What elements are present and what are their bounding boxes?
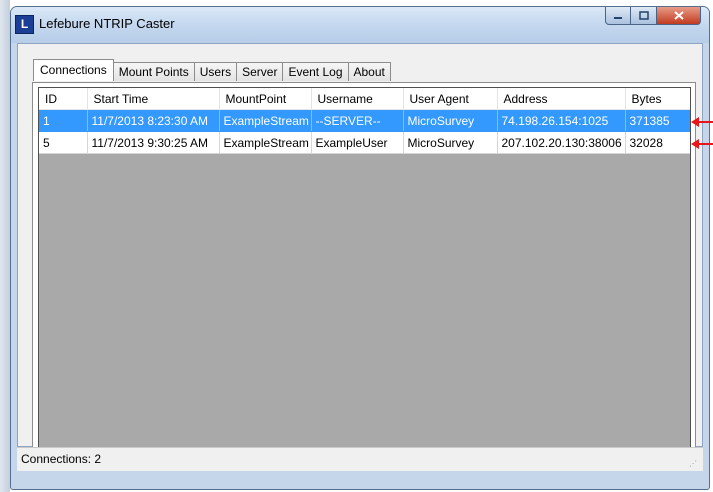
cell-user-agent: MicroSurvey [403,109,498,132]
status-bar: Connections: 2 ⋰ [17,447,703,471]
window-title: Lefebure NTRIP Caster [39,16,175,31]
tab-server[interactable]: Server [237,62,284,81]
column-header-bytes[interactable]: Bytes [625,88,690,110]
table-row[interactable]: 5 11/7/2013 9:30:25 AM ExampleStream Exa… [39,131,690,154]
cell-start-time: 11/7/2013 9:30:25 AM [87,131,220,154]
close-button[interactable] [657,7,701,25]
column-header-start-time[interactable]: Start Time [87,88,220,110]
cell-bytes: 371385 [625,109,690,132]
tab-strip: Connections Mount Points Users Server Ev… [33,59,391,81]
title-bar[interactable]: L Lefebure NTRIP Caster [11,7,709,43]
window-controls [605,7,701,26]
column-header-id[interactable]: ID [39,88,88,110]
column-header-row: ID Start Time MountPoint Username User A… [39,88,690,110]
tab-mount-points[interactable]: Mount Points [113,62,195,81]
annotation-arrow-icon [691,117,713,127]
maximize-button[interactable] [631,7,657,25]
column-header-username[interactable]: Username [311,88,404,110]
cell-mountpoint: ExampleStream [219,131,312,154]
cell-id: 5 [39,131,88,154]
tab-event-log[interactable]: Event Log [283,62,349,81]
cell-start-time: 11/7/2013 8:23:30 AM [87,109,220,132]
status-connections-count: Connections: 2 [21,452,102,466]
annotation-arrow-icon [691,139,713,149]
connections-table: ID Start Time MountPoint Username User A… [39,88,690,154]
minimize-button[interactable] [605,7,631,25]
cell-username: --SERVER-- [311,109,404,132]
table-row[interactable]: 1 11/7/2013 8:23:30 AM ExampleStream --S… [39,109,690,132]
connections-list[interactable]: ID Start Time MountPoint Username User A… [38,87,691,457]
connections-panel: ID Start Time MountPoint Username User A… [32,82,696,460]
cell-bytes: 32028 [625,131,690,154]
tab-users[interactable]: Users [194,62,238,81]
tab-connections[interactable]: Connections [33,59,114,81]
column-header-mountpoint[interactable]: MountPoint [219,88,312,110]
tab-about[interactable]: About [348,62,391,81]
minimize-icon [614,16,622,19]
close-icon [673,11,684,20]
cell-mountpoint: ExampleStream [219,109,312,132]
main-window: L Lefebure NTRIP Caster Connections Moun… [10,6,710,490]
cell-username: ExampleUser [311,131,404,154]
app-icon: L [15,15,34,34]
cell-address: 207.102.20.130:38006 [497,131,626,154]
client-area: Connections Mount Points Users Server Ev… [17,43,703,460]
column-header-address[interactable]: Address [497,88,626,110]
cell-user-agent: MicroSurvey [403,131,498,154]
cell-id: 1 [39,109,88,132]
maximize-icon [638,11,649,20]
column-header-user-agent[interactable]: User Agent [403,88,498,110]
resize-grip-icon[interactable]: ⋰ [689,459,699,469]
cell-address: 74.198.26.154:1025 [497,109,626,132]
desktop-background [0,0,10,492]
